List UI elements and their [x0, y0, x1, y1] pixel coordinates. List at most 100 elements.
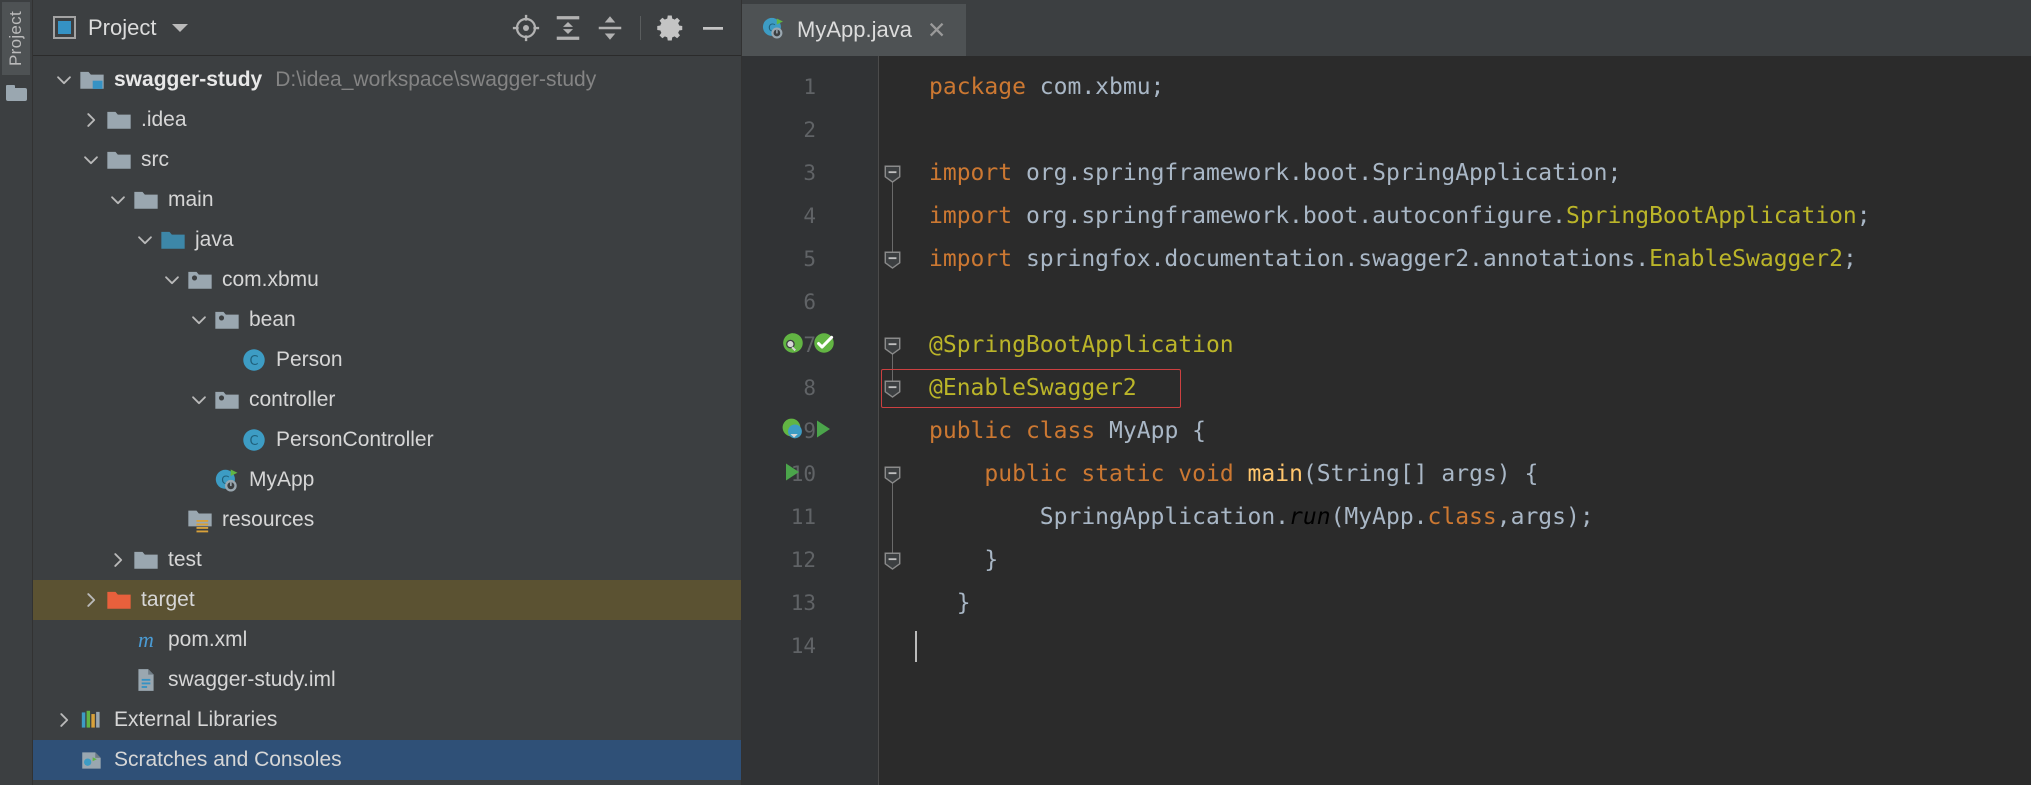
tree-item-external-libraries[interactable]: External Libraries: [33, 700, 741, 740]
code-text-area[interactable]: package com.xbmu; import org.springframew…: [879, 56, 2031, 785]
fold-marker-3[interactable]: [882, 163, 903, 184]
gutter-marks: [780, 324, 837, 367]
code-line[interactable]: [879, 281, 2031, 324]
chevron-right-icon[interactable]: [78, 589, 104, 611]
fold-marker-12[interactable]: [882, 550, 903, 571]
spring-boot-run-icon[interactable]: [780, 416, 806, 447]
tree-item-test[interactable]: test: [33, 540, 741, 580]
locate-in-tree-icon[interactable]: [508, 10, 544, 46]
code-token: }: [929, 547, 999, 573]
collapse-all-icon[interactable]: [592, 10, 628, 46]
gutter-row[interactable]: 1: [742, 66, 878, 109]
code-line[interactable]: @EnableSwagger2: [879, 367, 2031, 410]
code-line[interactable]: import org.springframework.boot.SpringAp…: [879, 152, 2031, 195]
code-editor[interactable]: 1 2 3 4 5 6 7 8 9 10 11 12 13 14 package com.xbmu; imp…: [742, 56, 2031, 785]
run-triangle-icon[interactable]: [780, 460, 804, 489]
code-line[interactable]: [879, 625, 2031, 668]
fold-connector-line: [892, 173, 893, 259]
fold-marker-7[interactable]: [882, 335, 903, 356]
gutter-row[interactable]: 13: [742, 582, 878, 625]
tree-item-personcontroller[interactable]: C PersonController: [33, 420, 741, 460]
gutter-row[interactable]: 11: [742, 496, 878, 539]
chevron-down-icon[interactable]: [51, 69, 77, 91]
gutter-row[interactable]: 4: [742, 195, 878, 238]
code-line[interactable]: }: [879, 539, 2031, 582]
chevron-down-icon[interactable]: [78, 149, 104, 171]
tree-item-src[interactable]: src: [33, 140, 741, 180]
gear-icon[interactable]: [653, 10, 689, 46]
gutter-row[interactable]: 9: [742, 410, 878, 453]
run-triangle-icon[interactable]: [811, 417, 835, 446]
gutter-row[interactable]: 3: [742, 152, 878, 195]
editor-gutter[interactable]: 1 2 3 4 5 6 7 8 9 10 11 12 13 14: [742, 56, 879, 785]
tree-item-label: bean: [249, 308, 296, 331]
tree-item-swagger-study-iml[interactable]: swagger-study.iml: [33, 660, 741, 700]
folder-icon: [131, 546, 161, 574]
gutter-marks: [780, 410, 835, 453]
tree-item-main[interactable]: main: [33, 180, 741, 220]
code-line[interactable]: }: [879, 582, 2031, 625]
code-line-text: }: [929, 590, 971, 616]
code-line[interactable]: SpringApplication.run(MyApp.class,args);: [879, 496, 2031, 539]
chevron-down-icon[interactable]: [186, 309, 212, 331]
tree-item-scratches-and-consoles[interactable]: Scratches and Consoles: [33, 740, 741, 780]
gutter-row[interactable]: 10: [742, 453, 878, 496]
project-tree[interactable]: swagger-study D:\idea_workspace\swagger-s…: [33, 56, 741, 785]
chevron-down-icon[interactable]: [172, 23, 189, 32]
spring-bean-check-icon[interactable]: [811, 330, 837, 361]
spring-bean-search-icon[interactable]: [780, 330, 806, 361]
code-line[interactable]: public class MyApp {: [879, 410, 2031, 453]
minimize-icon[interactable]: [695, 10, 731, 46]
editor-vertical-scrollbar[interactable]: [2017, 56, 2031, 785]
gutter-row[interactable]: 14: [742, 625, 878, 668]
gutter-row[interactable]: 2: [742, 109, 878, 152]
gutter-row[interactable]: 6: [742, 281, 878, 324]
line-number: 1: [803, 75, 816, 99]
code-token: main: [1247, 461, 1303, 487]
code-line-text: @SpringBootApplication: [929, 332, 1234, 358]
close-icon[interactable]: ✕: [923, 17, 950, 44]
editor-area: C MyApp.java ✕ 1 2 3 4 5 6 7 8 9 10 11 12 13 14 packa…: [742, 0, 2031, 785]
gutter-row[interactable]: 8: [742, 367, 878, 410]
gutter-row[interactable]: 12: [742, 539, 878, 582]
maven-pom-icon: m: [138, 627, 154, 652]
chevron-right-icon[interactable]: [105, 549, 131, 571]
package-icon: [185, 266, 215, 294]
fold-marker-10[interactable]: [882, 464, 903, 485]
tree-item-label: Person: [276, 348, 343, 371]
tree-item-com-xbmu[interactable]: com.xbmu: [33, 260, 741, 300]
chevron-down-icon[interactable]: [132, 229, 158, 251]
code-line[interactable]: @SpringBootApplication: [879, 324, 2031, 367]
tree-item-swagger-study[interactable]: swagger-study D:\idea_workspace\swagger-s…: [33, 60, 741, 100]
gutter-row[interactable]: 7: [742, 324, 878, 367]
chevron-down-icon[interactable]: [159, 269, 185, 291]
tree-item-bean[interactable]: bean: [33, 300, 741, 340]
tree-item-idea[interactable]: .idea: [33, 100, 741, 140]
fold-marker-5[interactable]: [882, 249, 903, 270]
code-token: org.springframework.boot.autoconfigure.: [1012, 203, 1566, 229]
tree-item-target[interactable]: target: [33, 580, 741, 620]
tree-item-person[interactable]: C Person: [33, 340, 741, 380]
chevron-right-icon[interactable]: [78, 109, 104, 131]
folder-icon[interactable]: [5, 85, 27, 102]
chevron-down-icon[interactable]: [186, 389, 212, 411]
editor-tab-myapp-java[interactable]: C MyApp.java ✕: [742, 4, 967, 60]
expand-all-icon[interactable]: [550, 10, 586, 46]
gutter-row[interactable]: 5: [742, 238, 878, 281]
tree-item-label: java: [195, 228, 234, 251]
code-line[interactable]: [879, 109, 2031, 152]
chevron-right-icon[interactable]: [51, 709, 77, 731]
chevron-down-icon[interactable]: [105, 189, 131, 211]
fold-marker-8[interactable]: [882, 378, 903, 399]
tree-item-pom-xml[interactable]: m pom.xml: [33, 620, 741, 660]
code-line[interactable]: package com.xbmu;: [879, 66, 2031, 109]
code-line[interactable]: import org.springframework.boot.autoconf…: [879, 195, 2031, 238]
tool-window-button-project[interactable]: Project: [2, 2, 30, 76]
tree-item-myapp[interactable]: C MyApp: [33, 460, 741, 500]
code-line[interactable]: import springfox.documentation.swagger2.…: [879, 238, 2031, 281]
spring-boot-class-icon: C: [212, 466, 242, 494]
code-line[interactable]: public static void main(String[] args) {: [879, 453, 2031, 496]
tree-item-java[interactable]: java: [33, 220, 741, 260]
tree-item-resources[interactable]: resources: [33, 500, 741, 540]
tree-item-controller[interactable]: controller: [33, 380, 741, 420]
